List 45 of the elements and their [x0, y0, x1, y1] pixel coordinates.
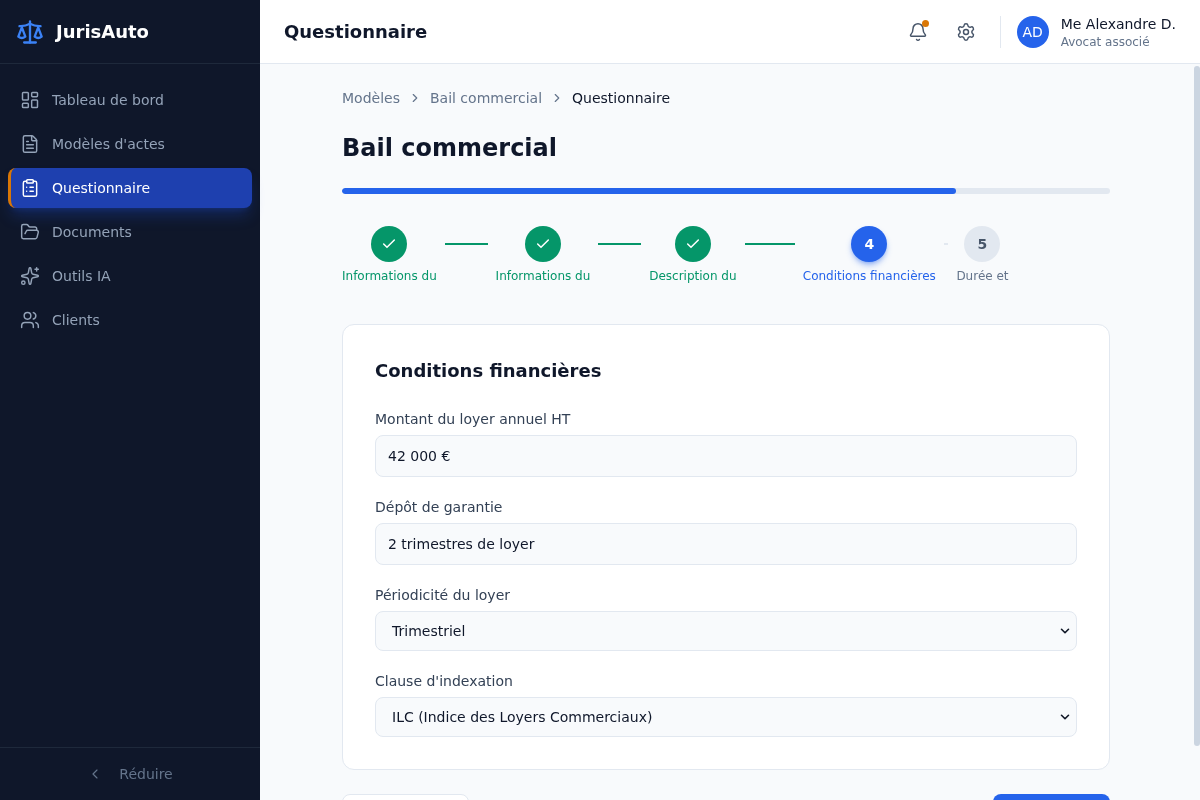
step-label[interactable]: Durée et: [956, 268, 1009, 284]
field-label: Montant du loyer annuel HT: [375, 410, 572, 429]
step-number: 4: [851, 226, 888, 262]
nav-item[interactable]: Questionnaire: [8, 168, 252, 208]
page-title: Bail commercial: [342, 133, 558, 164]
form-title: Conditions financières: [375, 359, 603, 383]
text-input[interactable]: 2 trimestres de loyer: [375, 523, 1077, 565]
app-name: JurisAuto: [56, 19, 149, 44]
document-icon: [20, 134, 40, 154]
select-field[interactable]: ILC (Indice des Loyers Commerciaux): [375, 697, 1077, 737]
nav-item[interactable]: Documents: [8, 212, 252, 252]
user-name: Me Alexandre D.: [1060, 14, 1176, 34]
step-label[interactable]: Conditions financières: [802, 268, 936, 284]
bell-icon: [907, 21, 928, 42]
header-title: Questionnaire: [284, 19, 428, 44]
nav-item[interactable]: Clients: [8, 300, 252, 340]
select-field[interactable]: Trimestriel: [375, 611, 1077, 651]
scrollbar-thumb[interactable]: [1194, 66, 1200, 746]
step-label[interactable]: Informations du: [342, 268, 437, 284]
sparkles-icon: [20, 266, 40, 286]
scales-icon: [16, 17, 44, 46]
step-connector: [744, 243, 795, 245]
breadcrumb-current: Questionnaire: [572, 89, 671, 108]
nav-item[interactable]: Outils IA: [8, 256, 252, 296]
folder-icon: [20, 222, 40, 242]
dashboard-icon: [20, 90, 40, 110]
step-number: 5: [964, 226, 1001, 262]
nav-item[interactable]: Modèles d'actes: [8, 124, 252, 164]
breadcrumb-link[interactable]: Bail commercial: [429, 88, 543, 108]
settings-icon: [955, 21, 976, 42]
clipboard-icon: [20, 178, 40, 198]
field-label: Périodicité du loyer: [375, 586, 511, 605]
step-connector: [598, 243, 642, 245]
text-input[interactable]: 42 000 €: [375, 435, 1077, 477]
users-icon: [20, 310, 40, 330]
field-label: Dépôt de garantie: [375, 498, 504, 517]
user-role: Avocat associé: [1060, 33, 1151, 50]
step-label[interactable]: Description du: [649, 268, 737, 284]
nav-item[interactable]: Tableau de bord: [8, 80, 252, 120]
user-avatar: AD: [1016, 15, 1049, 48]
step-label[interactable]: Informations du: [495, 268, 591, 284]
breadcrumb-link[interactable]: Modèles: [342, 88, 400, 108]
collapse-button[interactable]: Réduire: [87, 764, 173, 784]
field-label: Clause d'indexation: [375, 672, 514, 691]
step-connector: [444, 243, 488, 245]
